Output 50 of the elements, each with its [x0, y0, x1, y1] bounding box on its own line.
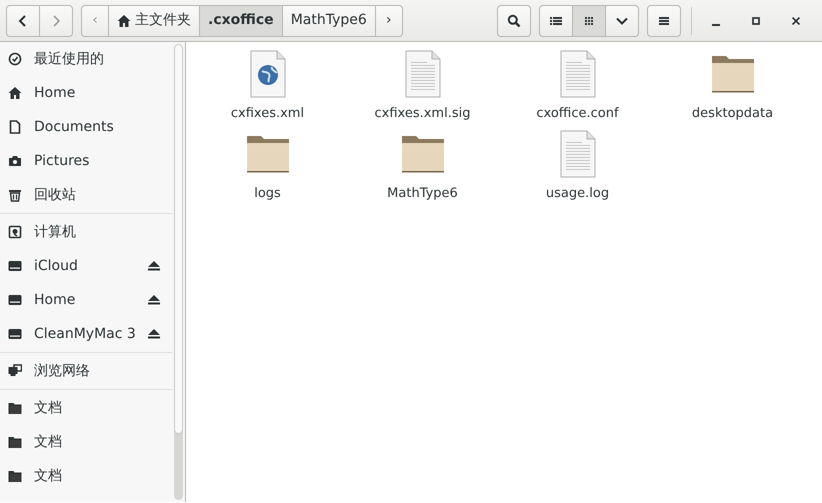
drive-icon — [8, 259, 22, 273]
file-item[interactable]: cxfixes.xml — [190, 50, 345, 124]
sidebar-item[interactable]: iCloud — [0, 249, 172, 283]
sidebar-item[interactable]: 文档 — [0, 425, 172, 459]
back-button[interactable] — [6, 4, 40, 36]
grid-view-button[interactable] — [572, 4, 606, 36]
sidebar-item[interactable]: Documents — [0, 110, 172, 144]
trash-icon — [8, 188, 22, 202]
drive-icon — [8, 293, 22, 307]
file-item[interactable]: usage.log — [500, 130, 655, 203]
folder-icon — [8, 435, 22, 449]
home-icon — [8, 86, 22, 100]
file-item[interactable]: cxfixes.xml.sig — [345, 50, 500, 124]
network-icon — [8, 364, 22, 378]
file-item[interactable]: cxoffice.conf — [500, 50, 655, 124]
folder-icon — [8, 401, 22, 415]
search-icon — [507, 14, 521, 28]
sidebar-item[interactable]: 计算机 — [0, 215, 172, 249]
eject-icon — [147, 327, 161, 341]
eject-icon — [147, 293, 161, 307]
sidebar-item[interactable]: 文档 — [0, 459, 172, 493]
scroll-right-button[interactable]: › — [374, 4, 403, 36]
maximize-icon — [750, 14, 762, 26]
sidebar-item[interactable]: CleanMyMac 3 — [0, 317, 172, 351]
menu-button[interactable] — [647, 4, 681, 36]
camera-icon — [8, 154, 22, 168]
sidebar-item[interactable]: 浏览网络 — [0, 354, 172, 388]
minimize-icon — [712, 24, 720, 26]
sidebar-item[interactable]: Pictures — [0, 144, 172, 178]
sidebar-item[interactable]: 最近使用的 — [0, 42, 172, 76]
folder-icon — [8, 469, 22, 483]
scrollbar[interactable] — [172, 42, 186, 502]
home-icon — [117, 14, 131, 28]
sidebar-item[interactable]: 文档 — [0, 391, 172, 425]
path-button[interactable]: MathType6 — [282, 4, 376, 36]
document-icon — [8, 120, 22, 134]
path-button[interactable]: 主文件夹 — [108, 4, 200, 36]
eject-icon — [147, 259, 161, 273]
sidebar-item[interactable]: Home — [0, 76, 172, 110]
file-item[interactable]: logs — [190, 130, 345, 203]
path-button[interactable]: .cxoffice — [199, 4, 283, 36]
close-icon — [790, 14, 802, 26]
sidebar-item[interactable]: 回收站 — [0, 178, 172, 212]
drive-icon — [8, 327, 22, 341]
file-item[interactable]: MathType6 — [345, 130, 500, 203]
sidebar-item[interactable]: Home — [0, 283, 172, 317]
search-button[interactable] — [497, 4, 531, 36]
view-options-button[interactable] — [605, 4, 639, 36]
list-view-button[interactable] — [539, 4, 573, 36]
file-item[interactable]: desktopdata — [655, 50, 810, 124]
